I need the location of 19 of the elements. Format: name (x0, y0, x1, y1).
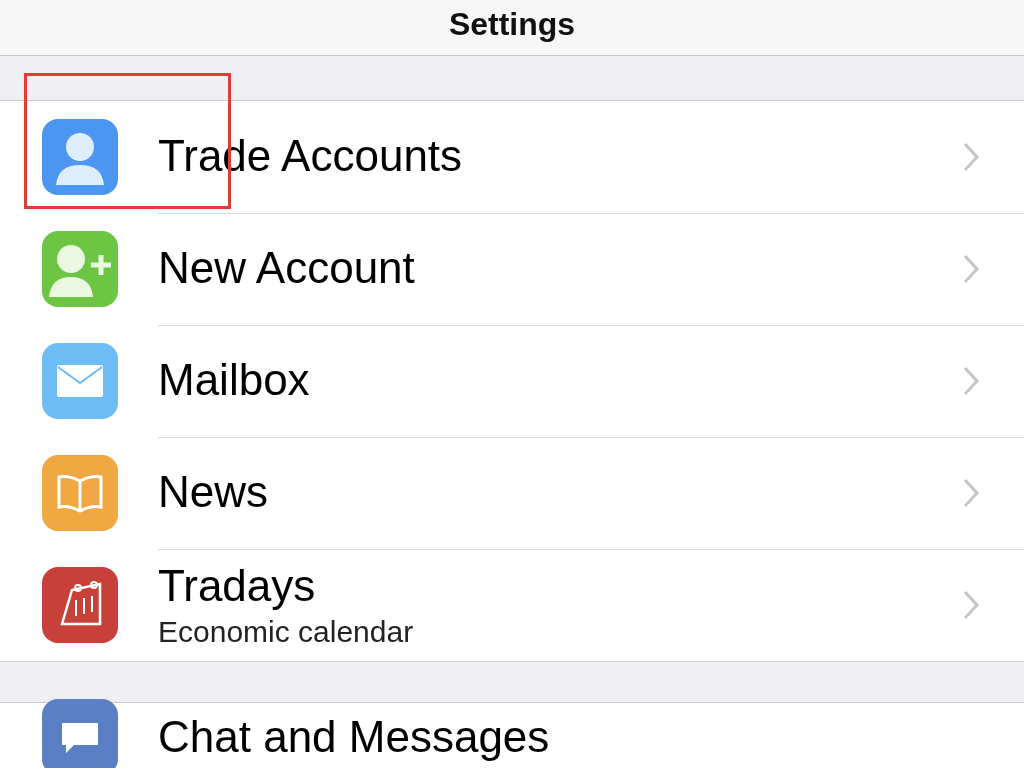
settings-row[interactable]: Mailbox (0, 325, 1024, 437)
row-label: News (158, 467, 269, 518)
chevron-right-icon (962, 364, 980, 397)
chevron-right-icon (962, 476, 980, 509)
envelope-icon (57, 365, 103, 397)
book-icon (55, 473, 105, 513)
chevron-right-icon (962, 252, 980, 285)
chevron-right-icon (962, 140, 980, 173)
row-label: Chat and Messages (158, 711, 550, 763)
row-label: New Account (158, 243, 415, 294)
settings-row[interactable]: New Account (0, 213, 1024, 325)
row-subtitle: Economic calendar (158, 615, 414, 650)
page-title: Settings (448, 6, 576, 43)
settings-row[interactable]: Tradays Economic calendar (0, 549, 1024, 661)
settings-row[interactable]: News (0, 437, 1024, 549)
row-label: Tradays (158, 560, 317, 612)
row-label: Mailbox (158, 355, 310, 406)
settings-row[interactable]: Chat and Messages (0, 703, 1024, 768)
chevron-right-icon (962, 589, 980, 621)
